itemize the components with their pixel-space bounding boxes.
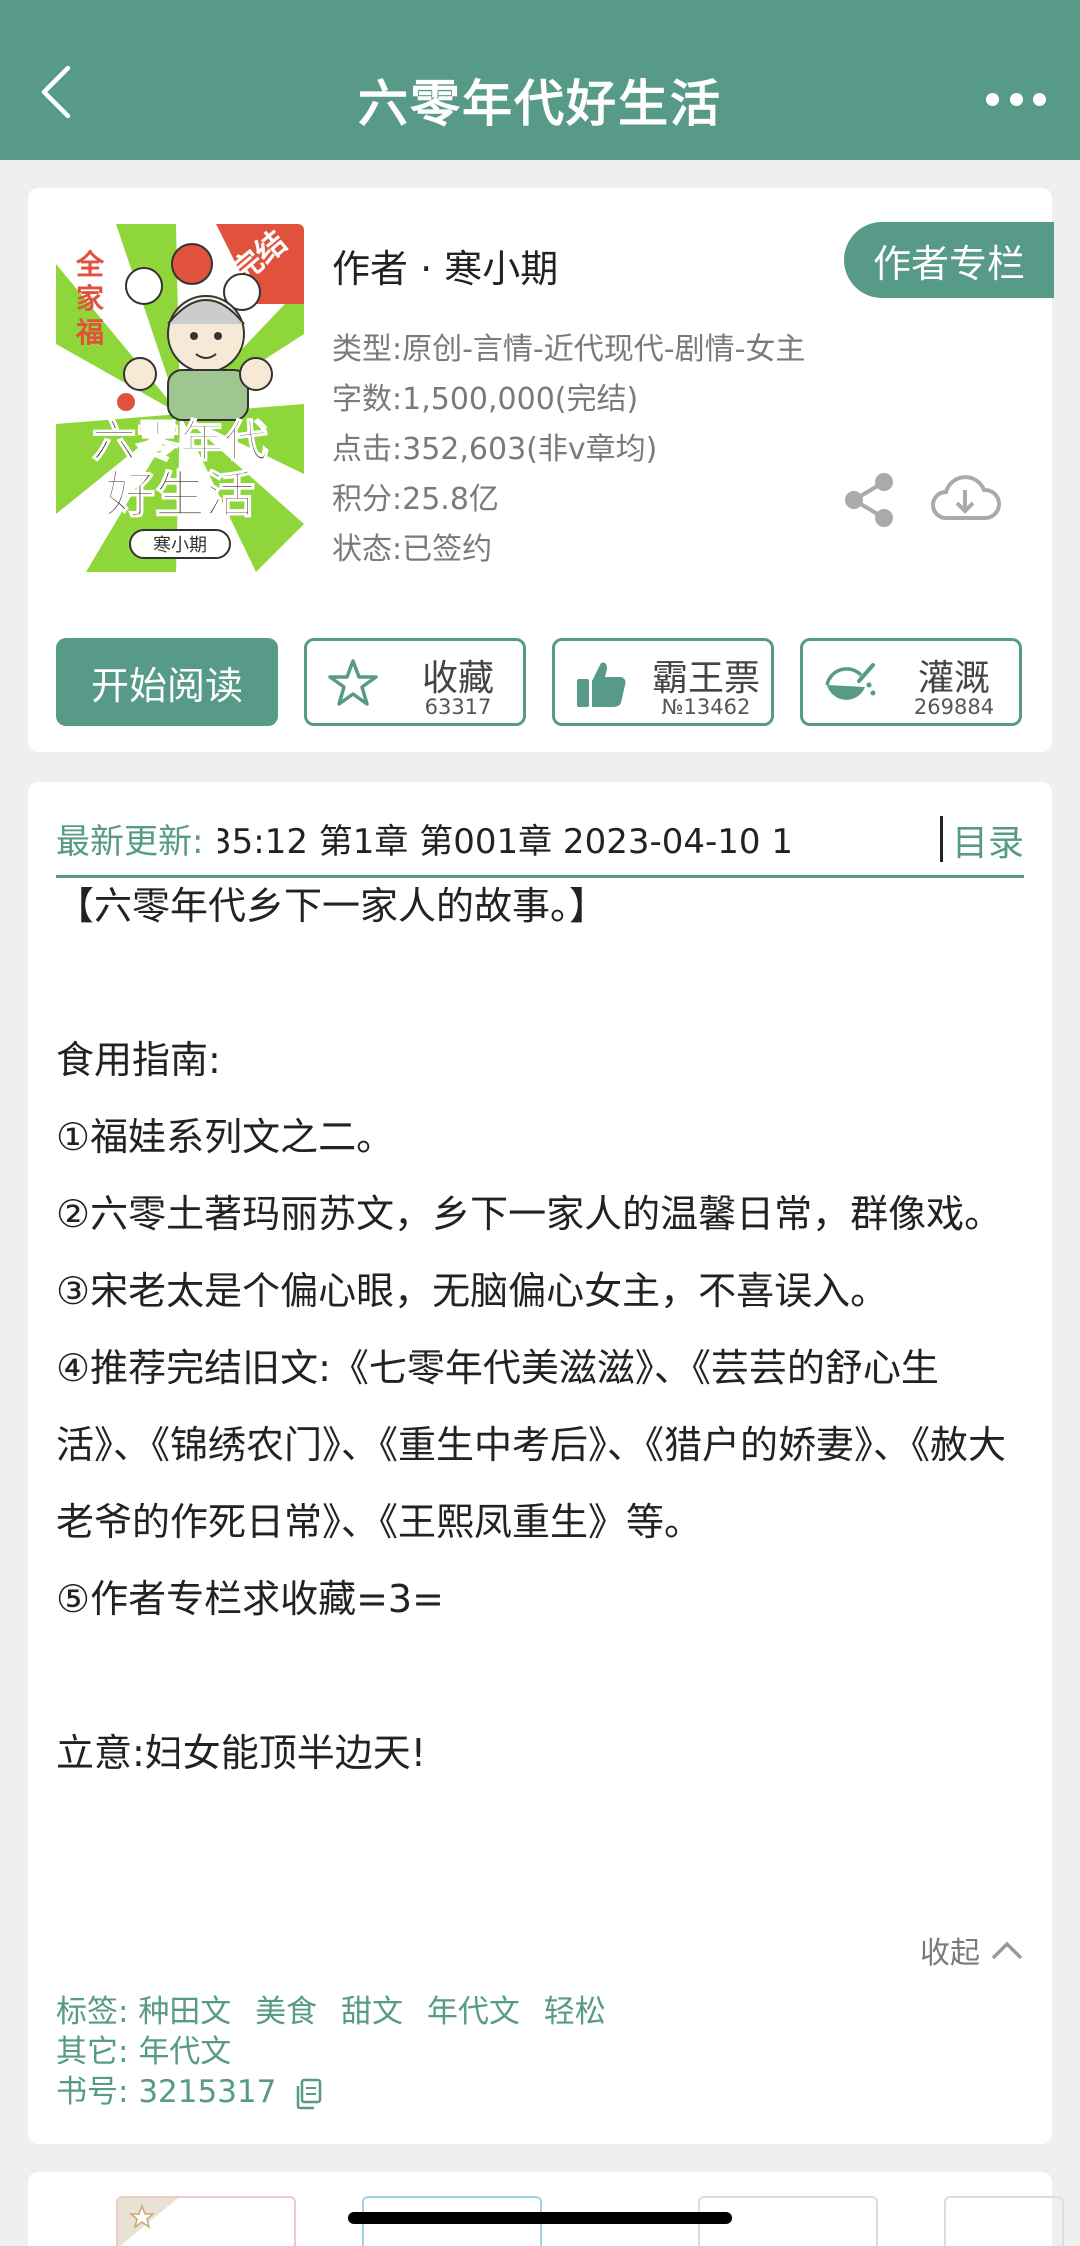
download-cloud-icon[interactable] (928, 468, 1002, 528)
description-line: 立意:妇女能顶半边天! (56, 1731, 427, 1775)
water-button[interactable]: 灌溉 269884 (800, 638, 1022, 726)
thumbs-up-icon (577, 662, 626, 707)
copy-icon[interactable] (294, 2078, 322, 2110)
meta-status: 状态:已签约 (332, 532, 493, 567)
vote-label: 霸王票 (651, 658, 760, 699)
star-bookmark-icon (118, 2198, 178, 2246)
divider (940, 816, 943, 862)
author-column-button[interactable]: 作者专栏 (844, 222, 1054, 298)
recommended-book-thumb[interactable] (944, 2196, 1064, 2246)
home-indicator[interactable] (348, 2212, 732, 2224)
meta-word-count: 字数:1,500,000(完结) (332, 382, 639, 417)
page-title: 六零年代好生活 (358, 75, 722, 133)
cover-family-text: 全 (75, 248, 105, 281)
tag-item[interactable]: 美食 (255, 1994, 317, 2030)
description-line: ④推荐完结旧文:《七零年代美滋滋》、《芸芸的舒心生活》、《锦绣农门》、《重生中考… (56, 1346, 1007, 1544)
svg-text:家: 家 (76, 282, 104, 315)
start-reading-button[interactable]: 开始阅读 (56, 638, 278, 726)
collect-count: 63317 (424, 695, 492, 719)
meta-score: 积分:25.8亿 (332, 482, 499, 517)
author-name[interactable]: 作者 · 寒小期 (332, 238, 558, 293)
collect-button[interactable]: 收藏 63317 (304, 638, 526, 726)
latest-update-marquee[interactable]: 35:12 第1章 第001章 2023-04-10 1 (218, 814, 898, 863)
description-line: ⑤作者专栏求收藏=3= (56, 1577, 444, 1621)
vote-count: №13462 (661, 695, 751, 719)
description-line: ③宋老太是个偏心眼，无脑偏心女主，不喜误入。 (56, 1269, 889, 1313)
book-info-card: 完结 全 家 福 六零年代 好生活 寒小期 作者 · 寒小期 作者专栏 类型:原… (28, 188, 1054, 752)
more-options-icon[interactable] (986, 84, 1046, 114)
tags-section: 标签: 种田文 美食 甜文 年代文 轻松 其它: 年代文 书号: 3215317 (56, 1992, 620, 2112)
cover-author-tag: 寒小期 (153, 535, 207, 556)
collapse-button[interactable]: 收起 (920, 1928, 1024, 1972)
water-count: 269884 (913, 695, 995, 719)
collapse-label: 收起 (920, 1936, 980, 1971)
tags-label: 标签: (56, 1994, 129, 2030)
latest-update-label: 最新更新: (56, 822, 204, 862)
svg-text:福: 福 (75, 316, 104, 349)
latest-update-row[interactable]: 最新更新: 35:12 第1章 第001章 2023-04-10 1 目录 (56, 804, 1024, 878)
chevron-up-icon (991, 1941, 1023, 1960)
collect-label: 收藏 (421, 658, 494, 699)
water-label: 灌溉 (917, 658, 990, 699)
book-description: 【六零年代乡下一家人的故事。】 食用指南: ①福娃系列文之二。 ②六零土著玛丽苏… (56, 868, 1024, 1792)
description-line: ②六零土著玛丽苏文，乡下一家人的温馨日常，群像戏。 (56, 1192, 1003, 1236)
description-line: 食用指南: (56, 1038, 221, 1082)
description-line (56, 1638, 1024, 1715)
cover-title-line1: 六零年代 (92, 416, 268, 467)
description-card: 最新更新: 35:12 第1章 第001章 2023-04-10 1 目录 【六… (28, 782, 1052, 2144)
tag-item[interactable]: 年代文 (427, 1994, 520, 2030)
tag-item[interactable]: 种田文 (138, 1994, 231, 2030)
book-id-value: 3215317 (138, 2074, 277, 2110)
book-id-label: 书号: (56, 2074, 129, 2110)
table-of-contents-link[interactable]: 目录 (952, 814, 1024, 866)
watering-can-icon (825, 663, 876, 700)
star-icon (328, 659, 378, 706)
description-line: 【六零年代乡下一家人的故事。】 (56, 884, 608, 928)
cover-title-line2: 好生活 (104, 466, 255, 524)
description-line: ①福娃系列文之二。 (56, 1115, 395, 1159)
description-line (56, 945, 1024, 1022)
recommended-book-thumb[interactable] (116, 2196, 296, 2246)
share-icon[interactable] (840, 470, 900, 530)
tag-item[interactable]: 甜文 (341, 1994, 403, 2030)
meta-clicks: 点击:352,603(非v章均) (332, 432, 658, 467)
vote-button[interactable]: 霸王票 №13462 (552, 638, 774, 726)
other-label: 其它: (56, 2034, 129, 2070)
other-tag[interactable]: 年代文 (138, 2034, 231, 2070)
tag-item[interactable]: 轻松 (544, 1994, 606, 2030)
book-cover-image[interactable]: 完结 全 家 福 六零年代 好生活 寒小期 (56, 224, 304, 572)
top-bar: 六零年代好生活 (0, 0, 1080, 160)
meta-genre: 类型:原创-言情-近代现代-剧情-女主 (332, 332, 806, 367)
recommendations-card (28, 2172, 1064, 2246)
